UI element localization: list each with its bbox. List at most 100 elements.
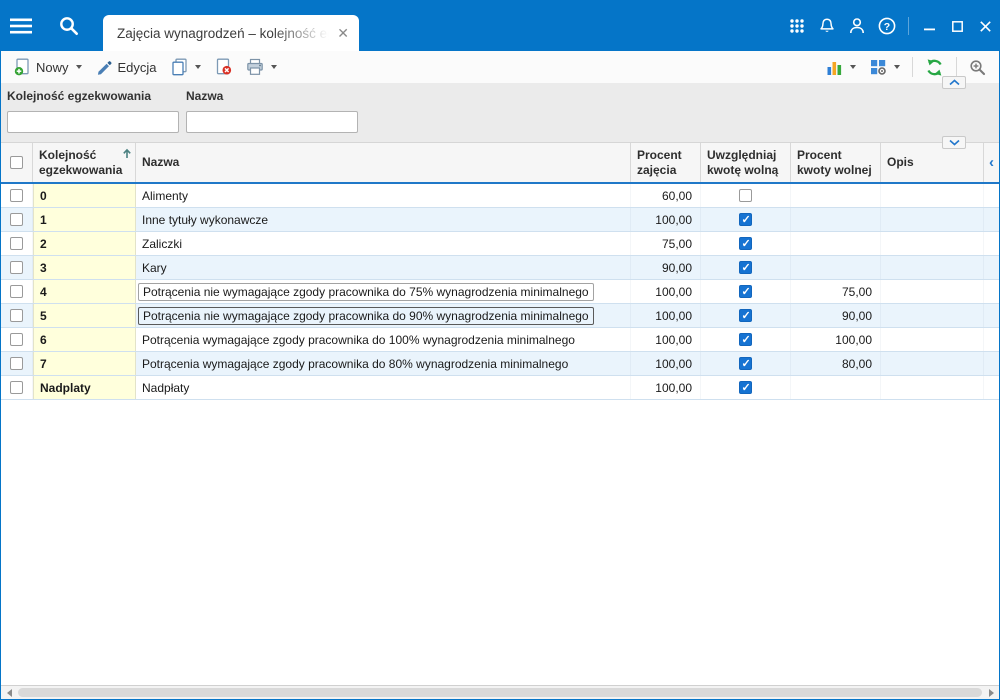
notifications-button[interactable] <box>812 1 842 51</box>
maximize-button[interactable] <box>943 1 971 51</box>
header-name[interactable]: Nazwa <box>136 143 631 182</box>
header-include-free[interactable]: Uwzględniaj kwotę wolną <box>701 143 791 182</box>
minimize-button[interactable] <box>915 1 943 51</box>
row-percent-cell[interactable]: 100,00 <box>631 376 701 399</box>
row-order-cell[interactable]: 0 <box>33 184 136 207</box>
row-desc-cell[interactable] <box>881 184 984 207</box>
row-name-cell[interactable]: Alimenty <box>136 184 631 207</box>
row-select-cell[interactable] <box>1 352 33 375</box>
row-free-percent-cell[interactable] <box>791 208 881 231</box>
row-name-cell[interactable]: Potrącenia wymagające zgody pracownika d… <box>136 352 631 375</box>
row-select-cell[interactable] <box>1 256 33 279</box>
row-percent-cell[interactable]: 60,00 <box>631 184 701 207</box>
row-order-cell[interactable]: Nadplaty <box>33 376 136 399</box>
filter-order-input[interactable] <box>7 111 179 133</box>
row-percent-cell[interactable]: 100,00 <box>631 352 701 375</box>
row-percent-cell[interactable]: 100,00 <box>631 304 701 327</box>
new-dropdown-caret-icon[interactable] <box>76 65 82 69</box>
zoom-button[interactable] <box>962 54 993 80</box>
delete-button[interactable] <box>208 54 239 80</box>
include-free-checkbox[interactable] <box>739 357 752 370</box>
close-button[interactable] <box>971 1 999 51</box>
row-order-cell[interactable]: 2 <box>33 232 136 255</box>
horizontal-scrollbar[interactable] <box>1 685 999 699</box>
header-free-percent[interactable]: Procent kwoty wolnej <box>791 143 881 182</box>
include-free-checkbox[interactable] <box>739 381 752 394</box>
row-order-cell[interactable]: 3 <box>33 256 136 279</box>
row-name-cell[interactable]: Inne tytuły wykonawcze <box>136 208 631 231</box>
row-name-cell[interactable]: Potrącenia nie wymagające zgody pracowni… <box>136 304 631 327</box>
row-checkbox[interactable] <box>10 381 23 394</box>
row-desc-cell[interactable] <box>881 352 984 375</box>
user-button[interactable] <box>842 1 872 51</box>
row-include-free-cell[interactable] <box>701 232 791 255</box>
row-include-free-cell[interactable] <box>701 256 791 279</box>
scroll-right-button[interactable] <box>983 686 999 699</box>
row-desc-cell[interactable] <box>881 280 984 303</box>
table-row[interactable]: 5 Potrącenia nie wymagające zgody pracow… <box>1 304 999 328</box>
row-percent-cell[interactable]: 75,00 <box>631 232 701 255</box>
header-order[interactable]: Kolejność egzekwowania <box>33 143 136 182</box>
help-button[interactable]: ? <box>872 1 902 51</box>
row-checkbox[interactable] <box>10 309 23 322</box>
row-name-cell[interactable]: Potrącenia nie wymagające zgody pracowni… <box>136 280 631 303</box>
row-desc-cell[interactable] <box>881 304 984 327</box>
filter-name-input[interactable] <box>186 111 358 133</box>
table-row[interactable]: 1 Inne tytuły wykonawcze 100,00 <box>1 208 999 232</box>
scroll-left-button[interactable] <box>1 686 17 699</box>
chart-view-button[interactable] <box>819 54 863 80</box>
table-row[interactable]: 4 Potrącenia nie wymagające zgody pracow… <box>1 280 999 304</box>
row-checkbox[interactable] <box>10 357 23 370</box>
print-button[interactable] <box>239 54 284 80</box>
global-search-button[interactable] <box>49 1 89 51</box>
scrollbar-thumb[interactable] <box>18 688 982 697</box>
row-free-percent-cell[interactable] <box>791 232 881 255</box>
grid-settings-caret-icon[interactable] <box>894 65 900 69</box>
table-row[interactable]: 2 Zaliczki 75,00 <box>1 232 999 256</box>
row-free-percent-cell[interactable] <box>791 256 881 279</box>
row-free-percent-cell[interactable]: 80,00 <box>791 352 881 375</box>
row-name-cell[interactable]: Kary <box>136 256 631 279</box>
row-name-cell[interactable]: Zaliczki <box>136 232 631 255</box>
row-order-cell[interactable]: 7 <box>33 352 136 375</box>
copy-dropdown-caret-icon[interactable] <box>195 65 201 69</box>
row-checkbox[interactable] <box>10 285 23 298</box>
row-desc-cell[interactable] <box>881 232 984 255</box>
row-desc-cell[interactable] <box>881 376 984 399</box>
row-order-cell[interactable]: 1 <box>33 208 136 231</box>
row-free-percent-cell[interactable] <box>791 376 881 399</box>
row-checkbox[interactable] <box>10 189 23 202</box>
collapse-right-panel-button[interactable]: ‹ <box>989 155 994 170</box>
row-free-percent-cell[interactable] <box>791 184 881 207</box>
row-order-cell[interactable]: 4 <box>33 280 136 303</box>
row-include-free-cell[interactable] <box>701 352 791 375</box>
tab-close-icon[interactable]: ✕ <box>337 26 349 40</box>
header-desc[interactable]: Opis <box>881 143 984 182</box>
row-select-cell[interactable] <box>1 208 33 231</box>
row-include-free-cell[interactable] <box>701 280 791 303</box>
row-name-cell[interactable]: Potrącenia wymagające zgody pracownika d… <box>136 328 631 351</box>
table-row[interactable]: Nadplaty Nadpłaty 100,00 <box>1 376 999 400</box>
filter-collapse-button[interactable] <box>942 76 966 89</box>
row-include-free-cell[interactable] <box>701 304 791 327</box>
row-select-cell[interactable] <box>1 304 33 327</box>
include-free-checkbox[interactable] <box>739 333 752 346</box>
apps-grid-button[interactable] <box>782 1 812 51</box>
row-include-free-cell[interactable] <box>701 376 791 399</box>
row-checkbox[interactable] <box>10 261 23 274</box>
include-free-checkbox[interactable] <box>739 189 752 202</box>
table-row[interactable]: 6 Potrącenia wymagające zgody pracownika… <box>1 328 999 352</box>
row-free-percent-cell[interactable]: 90,00 <box>791 304 881 327</box>
chart-dropdown-caret-icon[interactable] <box>850 65 856 69</box>
row-checkbox[interactable] <box>10 213 23 226</box>
row-include-free-cell[interactable] <box>701 208 791 231</box>
new-button[interactable]: Nowy <box>7 54 89 80</box>
row-checkbox[interactable] <box>10 333 23 346</box>
hamburger-menu-button[interactable] <box>1 1 41 51</box>
row-select-cell[interactable] <box>1 232 33 255</box>
tab-active[interactable]: Zajęcia wynagrodzeń – kolejność egzekwow… <box>103 15 359 51</box>
include-free-checkbox[interactable] <box>739 309 752 322</box>
copy-button[interactable] <box>164 54 208 80</box>
table-row[interactable]: 3 Kary 90,00 <box>1 256 999 280</box>
row-select-cell[interactable] <box>1 184 33 207</box>
